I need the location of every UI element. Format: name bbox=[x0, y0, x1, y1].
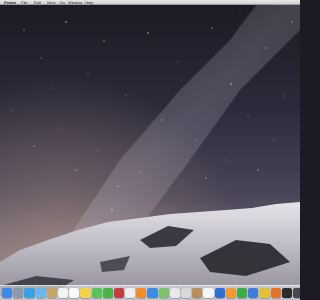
xcode-icon[interactable] bbox=[248, 287, 259, 299]
launchpad-icon[interactable] bbox=[13, 287, 24, 299]
photo-booth-icon[interactable] bbox=[113, 287, 125, 299]
menu-bar: Finder File Edit View Go Window Help bbox=[0, 0, 300, 5]
maps-icon[interactable] bbox=[158, 287, 169, 299]
safari-icon[interactable] bbox=[24, 287, 35, 299]
textedit-icon[interactable] bbox=[203, 287, 214, 299]
menu-window[interactable]: Window bbox=[68, 0, 82, 5]
app-store-icon[interactable] bbox=[147, 287, 158, 299]
menu-file[interactable]: File bbox=[21, 0, 27, 5]
chrome-icon[interactable] bbox=[259, 287, 270, 299]
menu-view[interactable]: View bbox=[47, 0, 56, 5]
photos-icon[interactable] bbox=[169, 287, 180, 299]
desktop-screen: Finder File Edit View Go Window Help bbox=[0, 0, 300, 300]
numbers-icon[interactable] bbox=[236, 287, 248, 299]
firefox-icon[interactable] bbox=[270, 287, 281, 299]
facetime-icon[interactable] bbox=[102, 287, 113, 299]
calendar-icon[interactable] bbox=[57, 287, 69, 299]
menu-finder[interactable]: Finder bbox=[4, 0, 16, 5]
finder-icon[interactable] bbox=[2, 287, 13, 299]
mail-icon[interactable] bbox=[35, 287, 46, 299]
activity-monitor-icon[interactable] bbox=[292, 287, 300, 299]
menu-go[interactable]: Go bbox=[60, 0, 65, 5]
keynote-icon[interactable] bbox=[214, 287, 225, 299]
ibooks-icon[interactable] bbox=[136, 287, 147, 299]
itunes-icon[interactable] bbox=[125, 287, 136, 299]
game-center-icon[interactable] bbox=[181, 287, 192, 299]
messages-icon[interactable] bbox=[91, 287, 102, 299]
dock bbox=[0, 285, 300, 300]
menu-edit[interactable]: Edit bbox=[34, 0, 41, 5]
pages-icon[interactable] bbox=[225, 287, 236, 299]
menu-help[interactable]: Help bbox=[85, 0, 93, 5]
terminal-icon[interactable] bbox=[281, 287, 292, 299]
notes-icon[interactable] bbox=[80, 287, 91, 299]
preview-icon[interactable] bbox=[192, 287, 203, 299]
desktop-wallpaper bbox=[0, 0, 300, 300]
contacts-icon[interactable] bbox=[46, 287, 57, 299]
reminders-icon[interactable] bbox=[69, 287, 80, 299]
